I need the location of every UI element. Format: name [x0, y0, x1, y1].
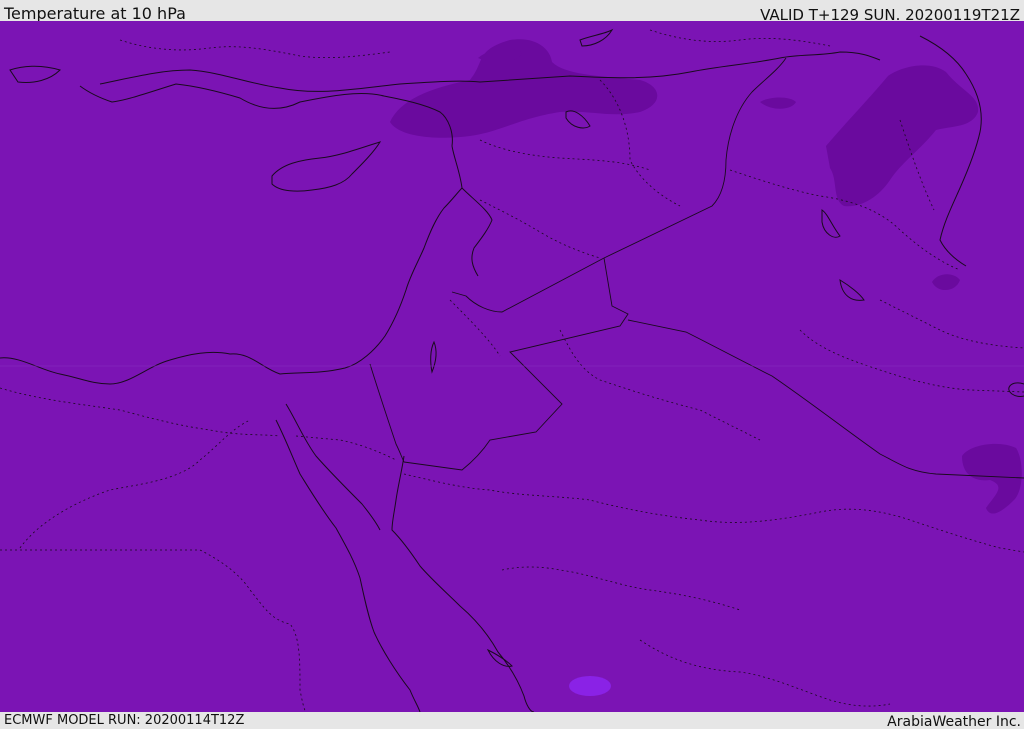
warm-spot: [569, 676, 611, 696]
header-bar: Temperature at 10 hPa VALID T+129 SUN. 2…: [0, 0, 1024, 24]
credit-label: ArabiaWeather Inc.: [887, 714, 1021, 729]
map-frame: Temperature at 10 hPa VALID T+129 SUN. 2…: [0, 0, 1024, 729]
map-canvas: [0, 21, 1024, 712]
footer-bar: ECMWF MODEL RUN: 20200114T12Z ArabiaWeat…: [0, 712, 1024, 729]
model-run-label: ECMWF MODEL RUN: 20200114T12Z: [4, 713, 245, 728]
map-svg: [0, 21, 1024, 712]
